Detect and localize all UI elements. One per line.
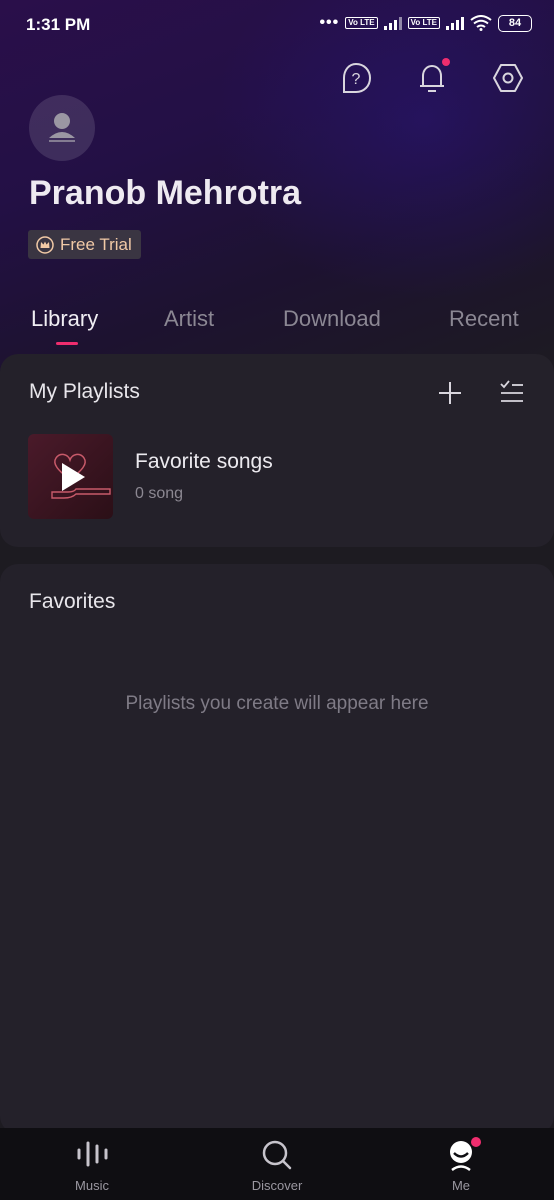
svg-text:?: ? [352, 71, 361, 88]
user-icon [49, 113, 75, 142]
volte-sim2-icon: Vo LTE [407, 17, 440, 29]
free-trial-badge[interactable]: Free Trial [28, 230, 141, 259]
nav-me[interactable]: Me [391, 1128, 531, 1200]
volte-sim1-icon: Vo LTE [345, 17, 378, 29]
tab-artist[interactable]: Artist [164, 306, 214, 332]
favorites-title: Favorites [29, 590, 116, 613]
library-tabs: Library Artist Download Recent [0, 300, 554, 350]
tab-recent[interactable]: Recent [449, 306, 519, 332]
more-notifications-icon: ••• [319, 14, 340, 31]
notifications-button[interactable] [416, 58, 450, 94]
playlist-name: Favorite songs [135, 450, 273, 473]
my-playlists-card: My Playlists Favorite songs 0 song [0, 354, 554, 547]
me-notification-dot [471, 1137, 481, 1147]
my-playlists-title: My Playlists [29, 380, 140, 403]
free-trial-label: Free Trial [60, 234, 132, 254]
notification-dot [442, 58, 450, 66]
playlist-song-count: 0 song [135, 485, 184, 502]
playlist-cover [28, 434, 113, 519]
nav-music[interactable]: Music [22, 1128, 162, 1200]
search-icon [262, 1140, 292, 1170]
bell-icon [420, 64, 444, 92]
music-bars-icon [77, 1141, 108, 1167]
active-tab-indicator [56, 342, 78, 345]
settings-icon [493, 64, 523, 92]
play-icon[interactable] [59, 461, 87, 493]
favorites-card: Favorites Playlists you create will appe… [0, 564, 554, 1134]
nav-me-label: Me [451, 1178, 471, 1193]
status-time: 1:31 PM [26, 15, 91, 34]
status-icons: ••• Vo LTE Vo LTE 84 [319, 14, 532, 32]
favorites-empty-message: Playlists you create will appear here [125, 693, 429, 714]
wifi-icon [470, 15, 492, 31]
add-playlist-icon[interactable] [436, 379, 464, 407]
battery-icon: 84 [498, 14, 532, 32]
tab-download[interactable]: Download [283, 306, 381, 332]
manage-playlists-icon[interactable] [498, 378, 526, 406]
signal-sim1-icon [383, 16, 402, 30]
crown-icon [36, 235, 54, 254]
tab-library[interactable]: Library [31, 306, 98, 332]
avatar[interactable] [29, 95, 95, 161]
nav-music-label: Music [75, 1178, 109, 1193]
help-button[interactable]: ? [340, 62, 372, 94]
nav-discover-label: Discover [251, 1178, 303, 1193]
status-bar: 1:31 PM ••• Vo LTE Vo LTE 84 [0, 0, 554, 50]
signal-sim2-icon [446, 16, 464, 30]
profile-name: Pranob Mehrotra [29, 174, 302, 212]
nav-discover[interactable]: Discover [207, 1128, 347, 1200]
settings-button[interactable] [492, 62, 524, 94]
header-actions: ? [340, 58, 524, 94]
help-icon: ? [343, 62, 372, 93]
